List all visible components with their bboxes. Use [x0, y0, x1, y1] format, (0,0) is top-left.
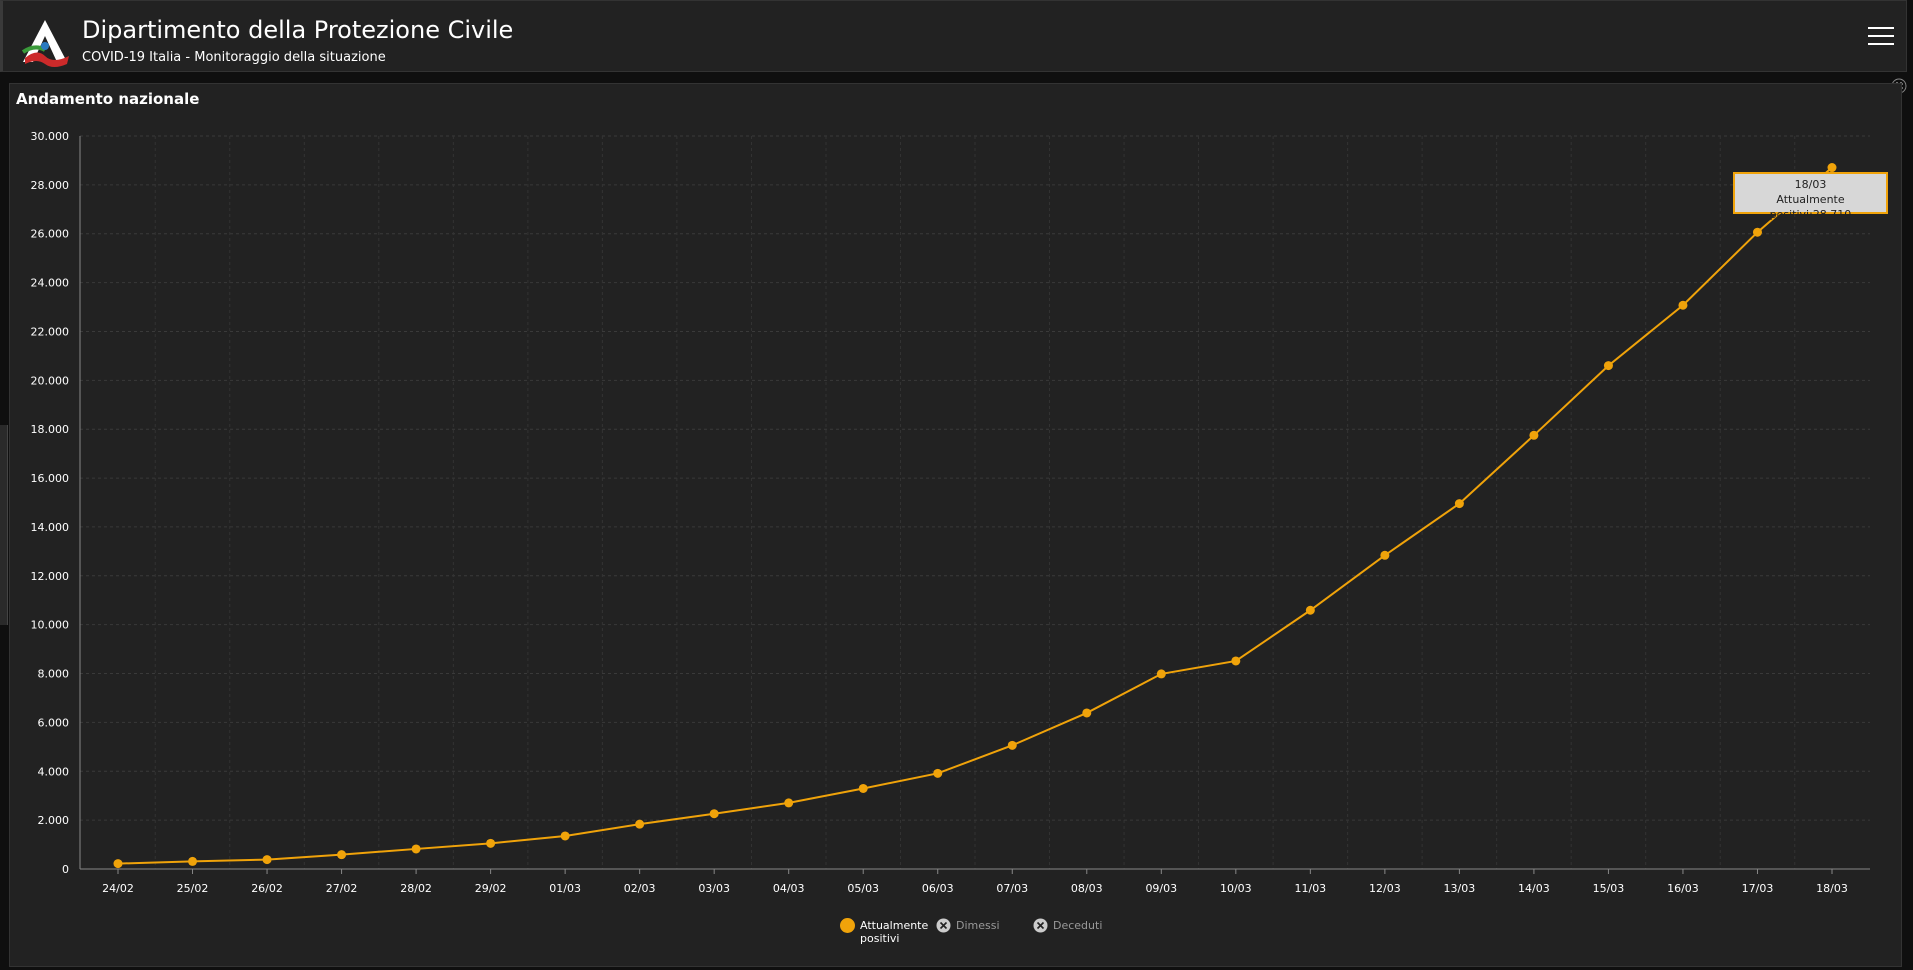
x-tick-label: 24/02 [102, 882, 134, 895]
legend-disabled-icon [936, 918, 951, 933]
y-tick-label: 10.000 [31, 619, 70, 632]
legend-label: Dimessi [956, 919, 1000, 932]
data-point [1529, 430, 1539, 440]
data-point [262, 855, 272, 865]
data-point [337, 850, 347, 860]
x-tick-label: 26/02 [251, 882, 283, 895]
data-point [784, 798, 794, 808]
y-tick-label: 2.000 [38, 814, 70, 827]
y-tick-label: 30.000 [31, 130, 70, 143]
y-tick-label: 16.000 [31, 472, 70, 485]
x-tick-label: 18/03 [1816, 882, 1848, 895]
y-tick-label: 12.000 [31, 570, 70, 583]
x-tick-label: 15/03 [1593, 882, 1625, 895]
x-tick-label: 27/02 [326, 882, 358, 895]
y-tick-label: 8.000 [38, 668, 70, 681]
data-point [1827, 163, 1837, 173]
x-tick-label: 12/03 [1369, 882, 1401, 895]
x-tick-label: 11/03 [1294, 882, 1326, 895]
data-point [188, 856, 198, 866]
y-tick-label: 14.000 [31, 521, 70, 534]
x-tick-label: 08/03 [1071, 882, 1103, 895]
data-point [486, 838, 496, 848]
x-tick-label: 10/03 [1220, 882, 1252, 895]
legend-marker-attualmente-positivi [840, 918, 855, 933]
x-tick-label: 28/02 [400, 882, 432, 895]
data-point [1007, 740, 1017, 750]
y-tick-label: 24.000 [31, 277, 70, 290]
x-tick-label: 04/03 [773, 882, 805, 895]
tooltip-value: Attualmente positivi:28.710 [1769, 193, 1852, 221]
data-point [1305, 605, 1315, 615]
y-tick-label: 22.000 [31, 325, 70, 338]
x-tick-label: 06/03 [922, 882, 954, 895]
legend-label: Attualmente positivi [860, 919, 929, 945]
legend-label: Deceduti [1053, 919, 1103, 932]
data-point [1678, 300, 1688, 310]
data-point [1156, 669, 1166, 679]
data-point [1380, 550, 1390, 560]
data-point [1454, 499, 1464, 509]
data-point [1752, 227, 1762, 237]
x-tick-label: 13/03 [1444, 882, 1476, 895]
data-point [709, 809, 719, 819]
y-tick-label: 18.000 [31, 423, 70, 436]
x-tick-label: 25/02 [177, 882, 209, 895]
data-point [1082, 708, 1092, 718]
x-tick-label: 01/03 [549, 882, 581, 895]
data-point [635, 819, 645, 829]
data-point [933, 768, 943, 778]
data-point [1603, 361, 1613, 371]
data-point [411, 844, 421, 854]
legend-disabled-icon [1033, 918, 1048, 933]
data-point [1231, 656, 1241, 666]
data-point [560, 831, 570, 841]
x-tick-label: 29/02 [475, 882, 507, 895]
x-tick-label: 03/03 [698, 882, 730, 895]
line-chart: 0 2.000 4.000 6.000 8.000 10.000 12.000 14.000 1… [31, 130, 1870, 895]
chart-tooltip: 18/03 Attualmente positivi:28.710 [1733, 172, 1888, 221]
data-point [113, 859, 123, 869]
x-tick-label: 14/03 [1518, 882, 1550, 895]
y-tick-label: 6.000 [38, 716, 70, 729]
x-tick-label: 02/03 [624, 882, 656, 895]
y-tick-label: 4.000 [38, 765, 70, 778]
data-point [858, 783, 868, 793]
y-tick-label: 26.000 [31, 228, 70, 241]
x-tick-label: 17/03 [1742, 882, 1774, 895]
x-tick-label: 05/03 [847, 882, 879, 895]
y-tick-label: 0 [62, 863, 69, 876]
x-tick-label: 07/03 [996, 882, 1028, 895]
tooltip-date: 18/03 [1794, 178, 1827, 191]
y-tick-label: 28.000 [31, 179, 70, 192]
x-tick-label: 16/03 [1667, 882, 1699, 895]
x-tick-label: 09/03 [1145, 882, 1177, 895]
y-tick-label: 20.000 [31, 374, 70, 387]
